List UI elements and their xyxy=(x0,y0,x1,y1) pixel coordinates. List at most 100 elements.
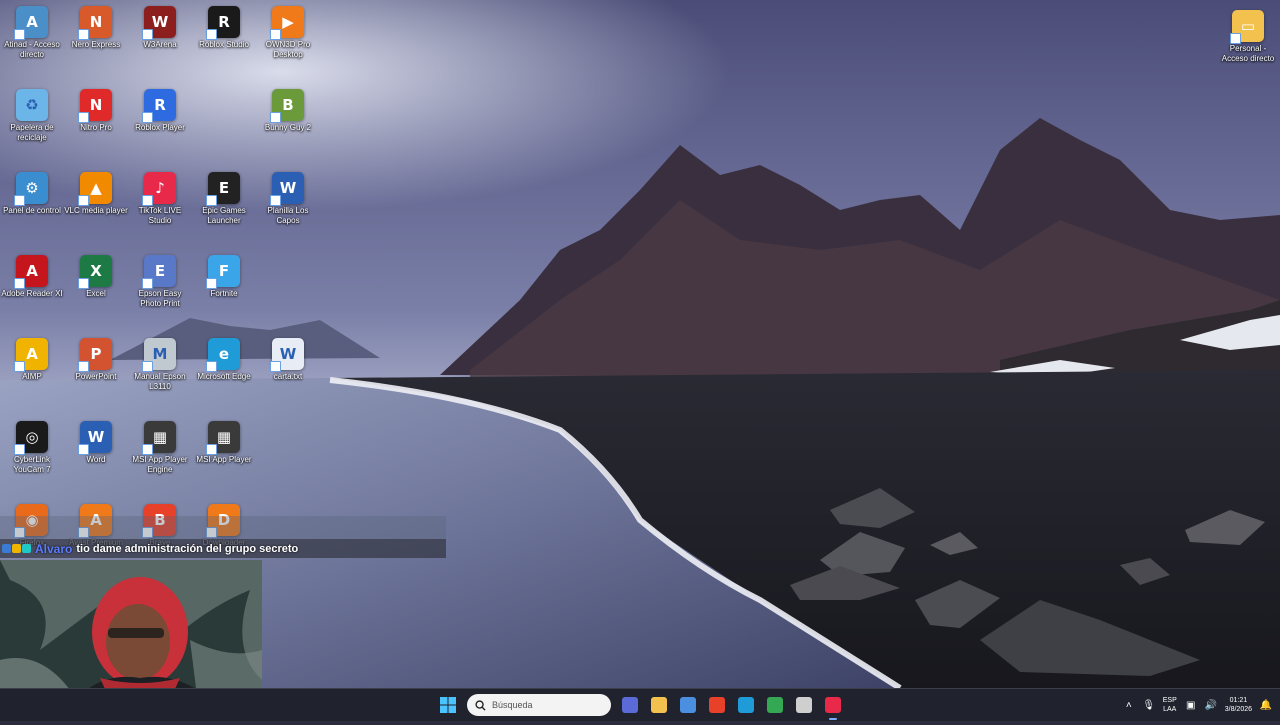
file-explorer-icon xyxy=(651,697,667,713)
taskbar-app-microsoft-store[interactable] xyxy=(676,693,700,717)
app-icon: E xyxy=(206,172,240,206)
desktop-icon-label: TikTok LIVE Studio xyxy=(138,206,182,225)
desktop-icon[interactable]: W W3Arena xyxy=(128,6,192,50)
taskbar-app-obs[interactable] xyxy=(792,693,816,717)
app-icon: e xyxy=(206,338,240,372)
app-icon: ▭ xyxy=(1230,10,1264,44)
app-icon: W xyxy=(270,172,304,206)
network-icon[interactable]: ▣ xyxy=(1185,699,1197,711)
desktop-icon-label: carta.txt xyxy=(273,372,303,381)
desktop-icon-label: Epson Easy Photo Print xyxy=(138,289,182,308)
microsoft-store-icon xyxy=(680,697,696,713)
chat-badge-icon xyxy=(12,544,21,553)
language-indicator[interactable]: ESP LAA xyxy=(1163,696,1177,714)
desktop-icon[interactable]: ▭ Personal - Acceso directo xyxy=(1216,10,1280,64)
desktop-icon[interactable]: X Excel xyxy=(64,255,128,299)
desktop-icon[interactable]: Wcarta.txt xyxy=(256,338,320,382)
notification-bell-icon[interactable]: 🔔 xyxy=(1260,699,1272,711)
volume-icon[interactable]: 🔊 xyxy=(1205,699,1217,711)
desktop-icon[interactable]: ♻ Papelera de reciclaje xyxy=(0,89,64,143)
app-icon: B xyxy=(270,89,304,123)
desktop-icon-label: Bunny Guy 2 xyxy=(264,123,312,132)
tiktok-live-icon xyxy=(825,697,841,713)
desktop-icon[interactable]: E Epic Games Launcher xyxy=(192,172,256,226)
desktop-icon-label: VLC media player xyxy=(64,206,128,215)
app-icon: W xyxy=(270,338,304,372)
desktop-icon-label: Adobe Reader XI xyxy=(1,289,63,298)
app-icon: M xyxy=(142,338,176,372)
chrome-icon xyxy=(767,697,783,713)
taskbar-app-file-explorer[interactable] xyxy=(647,693,671,717)
desktop-icon[interactable]: M Manual Epson L3110 xyxy=(128,338,192,392)
app-icon: P xyxy=(78,338,112,372)
chat-badge-icon xyxy=(22,544,31,553)
windows-logo-icon xyxy=(440,697,456,713)
desktop-icon[interactable]: A AIMP xyxy=(0,338,64,382)
app-icon: ◎ xyxy=(14,421,48,455)
desktop-icon[interactable]: W Word xyxy=(64,421,128,465)
desktop-icon[interactable]: ▲ VLC media player xyxy=(64,172,128,216)
app-icon: A xyxy=(14,338,48,372)
desktop-icon-label: Nitro Pro xyxy=(80,123,112,132)
desktop-icon-label: MSI App Player Engine xyxy=(132,455,188,474)
desktop-icon[interactable]: F Fortnite xyxy=(192,255,256,299)
desktop-icon-label: Panel de control xyxy=(3,206,61,215)
desktop-icon-label: Manual Epson L3110 xyxy=(134,372,186,391)
brave-icon xyxy=(709,697,725,713)
desktop-icon[interactable]: P PowerPoint xyxy=(64,338,128,382)
edge-icon xyxy=(738,697,754,713)
desktop-icon[interactable]: ▶ OWN3D Pro Desktop xyxy=(256,6,320,60)
taskbar-app-brave[interactable] xyxy=(705,693,729,717)
desktop-icon[interactable]: ▦ MSI App Player Engine xyxy=(128,421,192,475)
keyboard-layout-code: LAA xyxy=(1163,706,1177,713)
desktop-icon-label: Word xyxy=(86,455,106,464)
desktop-icon[interactable]: ◎ CyberLink YouCam 7 xyxy=(0,421,64,475)
desktop-icon[interactable]: N Nero Express xyxy=(64,6,128,50)
system-tray: ˄ 🎙 ESP LAA ▣ 🔊 01:21 3/8/2026 🔔 xyxy=(1123,689,1272,721)
search-input[interactable] xyxy=(492,700,602,710)
desktop-icon[interactable]: ▦ MSI App Player xyxy=(192,421,256,465)
app-icon: N xyxy=(78,6,112,40)
taskbar-app-chrome[interactable] xyxy=(763,693,787,717)
chat-message-text: tio dame administración del grupo secret… xyxy=(76,542,299,555)
clock-date: 3/8/2026 xyxy=(1224,706,1252,713)
start-button[interactable] xyxy=(436,693,460,717)
desktop-icon-label: Nero Express xyxy=(71,40,121,49)
taskbar-search-box[interactable] xyxy=(467,694,611,716)
desktop-icon[interactable]: N Nitro Pro xyxy=(64,89,128,133)
desktop-icon[interactable]: E Epson Easy Photo Print xyxy=(128,255,192,309)
desktop-icon[interactable]: A Adobe Reader XI xyxy=(0,255,64,299)
desktop-icon-label: W3Arena xyxy=(143,40,177,49)
app-icon: A xyxy=(14,255,48,289)
clock[interactable]: 01:21 3/8/2026 xyxy=(1225,696,1252,714)
taskbar-app-edge[interactable] xyxy=(734,693,758,717)
app-icon: X xyxy=(78,255,112,289)
language-code: ESP xyxy=(1162,697,1177,704)
desktop-icon[interactable]: A Atinad - Acceso directo xyxy=(0,6,64,60)
desktop-icon-label: Personal - Acceso directo xyxy=(1221,44,1275,63)
chevron-up-icon[interactable]: ˄ xyxy=(1123,699,1135,711)
app-icon: ▲ xyxy=(78,172,112,206)
app-icon: E xyxy=(142,255,176,289)
desktop-icon-label: AIMP xyxy=(22,372,42,381)
taskbar-center xyxy=(436,693,845,720)
taskbar-app-tiktok-live[interactable] xyxy=(821,693,845,720)
desktop-icon-label: PowerPoint xyxy=(75,372,117,381)
desktop-icon-label: CyberLink YouCam 7 xyxy=(13,455,51,474)
chat-badge-icon xyxy=(2,544,11,553)
microphone-icon[interactable]: 🎙 xyxy=(1142,699,1155,711)
desktop-icon[interactable]: ♪ TikTok LIVE Studio xyxy=(128,172,192,226)
desktop-icon-label: Excel xyxy=(86,289,106,298)
desktop-icon[interactable]: W Planilla Los Capos xyxy=(256,172,320,226)
taskbar-app-task-view[interactable] xyxy=(618,693,642,717)
desktop-icon[interactable]: B Bunny Guy 2 xyxy=(256,89,320,133)
app-icon: ▦ xyxy=(142,421,176,455)
desktop-icon-label: MSI App Player xyxy=(196,455,252,464)
desktop-icon-label: Planilla Los Capos xyxy=(267,206,309,225)
desktop-icon[interactable]: R Roblox Player xyxy=(128,89,192,133)
desktop-icon[interactable]: R Roblox Studio xyxy=(192,6,256,50)
taskbar: ˄ 🎙 ESP LAA ▣ 🔊 01:21 3/8/2026 🔔 xyxy=(0,688,1280,721)
app-icon: R xyxy=(142,89,176,123)
desktop-icon[interactable]: ⚙ Panel de control xyxy=(0,172,64,216)
desktop-icon[interactable]: e Microsoft Edge xyxy=(192,338,256,382)
